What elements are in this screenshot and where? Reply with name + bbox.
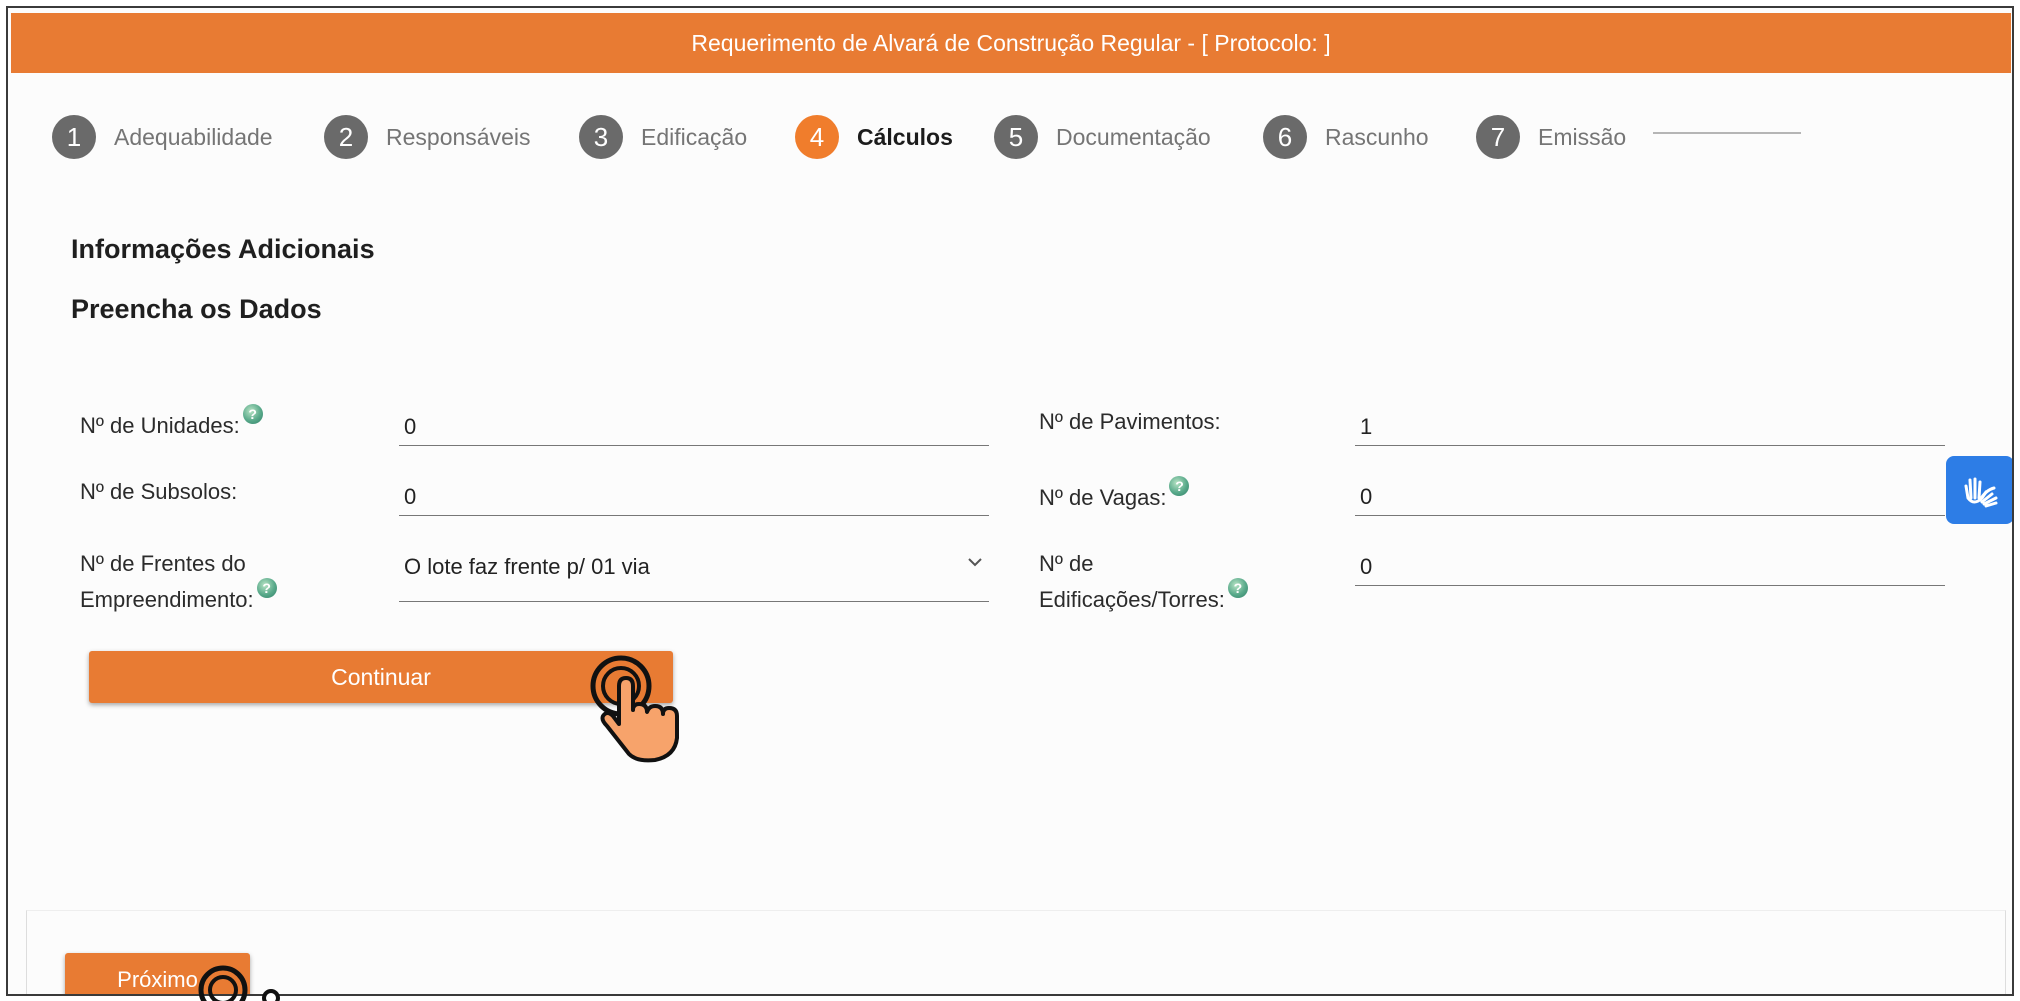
step-calculos[interactable]: 4 Cálculos [795,114,953,160]
vagas-label: Nº de Vagas:? [1039,476,1190,516]
step-number: 3 [579,115,623,159]
hands-icon [1964,477,1998,508]
question-mark-icon[interactable]: ? [256,578,277,598]
step-responsaveis[interactable]: 2 Responsáveis [324,114,530,160]
step-edificacao[interactable]: 3 Edificação [579,114,747,160]
unidades-input[interactable]: 0 [399,408,989,446]
step-label: Rascunho [1325,123,1429,150]
subsolos-label: Nº de Subsolos: [80,479,238,504]
footer-panel [26,910,2006,994]
hand-pointer-icon [198,965,280,1001]
step-emissao[interactable]: 7 Emissão [1476,114,1626,160]
step-label: Edificação [641,123,748,150]
app-window: Requerimento de Alvará de Construção Reg… [6,6,2014,996]
pavimentos-label: Nº de Pavimentos: [1039,409,1221,434]
step-number: 1 [52,115,96,159]
question-mark-icon[interactable]: ? [1169,476,1190,496]
section-subtitle: Preencha os Dados [71,294,322,324]
chevron-down-icon [968,558,982,567]
step-label: Responsáveis [386,123,531,150]
question-mark-icon[interactable]: ? [242,404,263,424]
frentes-label: Nº de Frentes do Empreendimento:? [80,546,277,618]
edificacoes-input[interactable]: 0 [1355,548,1945,586]
step-number: 5 [994,115,1038,159]
step-number: 4 [795,115,839,159]
step-adequabilidade[interactable]: 1 Adequabilidade [52,114,273,160]
frentes-select[interactable]: O lote faz frente p/ 01 via [399,544,989,602]
vagas-input[interactable]: 0 [1355,478,1945,516]
subsolos-input[interactable]: 0 [399,478,989,516]
step-label: Cálculos [857,123,953,150]
question-mark-icon[interactable]: ? [1227,578,1248,598]
step-documentacao[interactable]: 5 Documentação [994,114,1211,160]
section-title: Informações Adicionais [71,234,375,264]
wizard-stepper: 1 Adequabilidade 2 Responsáveis 3 Edific… [8,8,2012,168]
hand-pointer-icon [590,655,679,763]
step-rascunho[interactable]: 6 Rascunho [1263,114,1429,160]
stepper-connector [1653,132,1801,134]
step-label: Documentação [1056,123,1211,150]
sign-language-icon[interactable] [1946,456,2012,524]
pavimentos-input[interactable]: 1 [1355,408,1945,446]
step-number: 2 [324,115,368,159]
edificacoes-label: Nº de Edificações/Torres:? [1039,546,1248,618]
unidades-label: Nº de Unidades:? [80,404,263,444]
step-number: 6 [1263,115,1307,159]
step-label: Emissão [1538,123,1627,150]
step-number: 7 [1476,115,1520,159]
step-label: Adequabilidade [114,123,273,150]
